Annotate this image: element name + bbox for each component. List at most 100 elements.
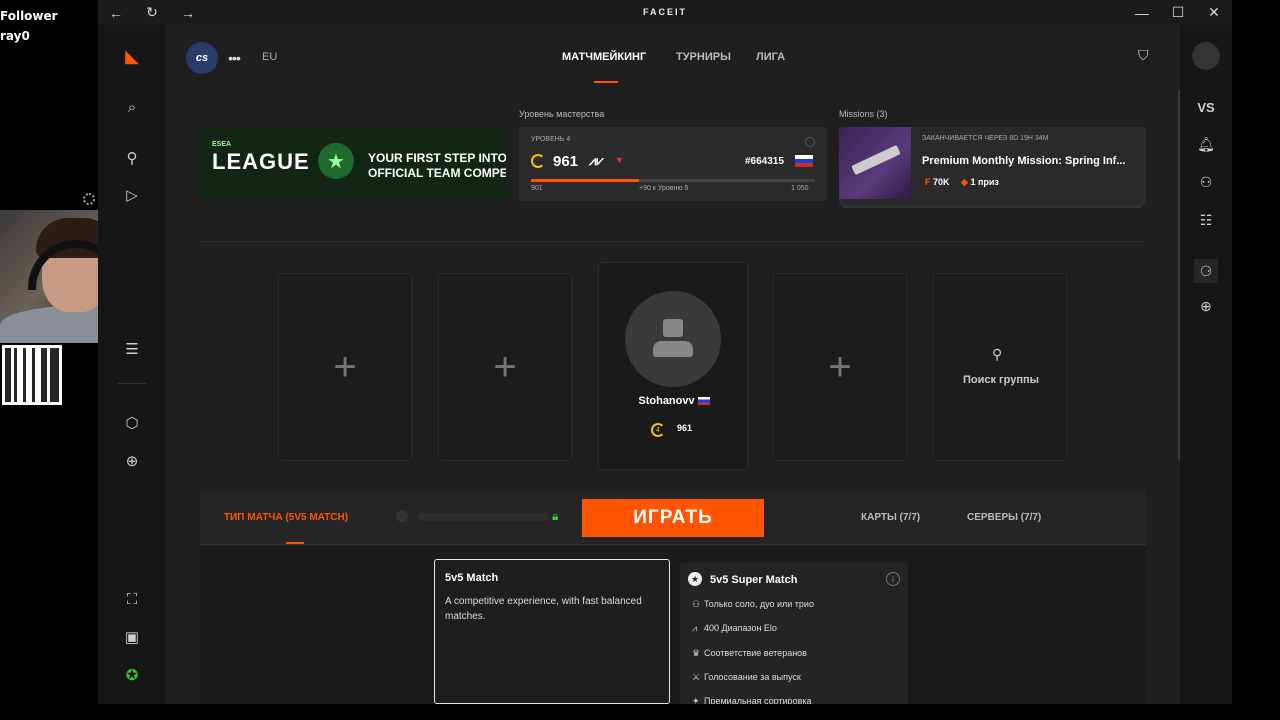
friends-icon[interactable]: ⚇ — [1194, 170, 1218, 194]
region-label[interactable]: EU — [262, 51, 277, 63]
bell-icon[interactable]: 🔔︎ — [1194, 132, 1218, 156]
tab-matchmaking[interactable]: МАТЧМЕЙКИНГ — [562, 51, 646, 63]
skill-level-text: УРОВЕНЬ 4 — [531, 136, 571, 143]
elo-max: 1 050 — [791, 185, 809, 192]
mission-prize: ◆ 1 приз — [961, 177, 999, 187]
active-tab-indicator — [286, 542, 304, 544]
mode-title: 5v5 Super Match — [710, 574, 798, 586]
skill-section-label: Уровень мастерства — [519, 109, 605, 119]
hub-icon[interactable]: ⬡ — [120, 411, 144, 435]
locked-option — [418, 513, 548, 521]
russia-flag-icon — [795, 155, 813, 167]
invite-slot-2[interactable]: + — [438, 273, 572, 461]
feature-vote: ⚔ Голосование за выпуск — [692, 672, 801, 682]
caret-down-icon: ▼ — [615, 155, 624, 165]
search-icon[interactable]: ⌕ — [120, 95, 144, 119]
sort-icon: ✦ — [692, 696, 700, 704]
info-icon[interactable] — [805, 137, 815, 147]
tab-tournaments[interactable]: ТУРНИРЫ — [676, 51, 731, 63]
find-group-label: Поиск группы — [962, 374, 1040, 386]
player-card[interactable]: Stohanovv 4 961 — [598, 262, 748, 470]
more-games-button[interactable]: ••• — [222, 42, 246, 74]
rank-value: #664315 — [745, 156, 784, 167]
match-type-tab[interactable]: ТИП МАТЧА (5V5 MATCH) — [224, 512, 348, 523]
russia-flag-icon — [697, 397, 710, 406]
servers-tab[interactable]: СЕРВЕРЫ (7/7) — [967, 512, 1041, 523]
faceit-points-icon: F — [925, 177, 931, 187]
party-icon[interactable]: ⚆ — [1194, 259, 1218, 283]
prize-icon: ◆ — [961, 177, 968, 187]
crown-icon: ♛ — [692, 648, 701, 658]
lock-icon: 🔒︎ — [552, 509, 559, 523]
feature-sorting: ✦ Премиальная сортировка — [692, 696, 812, 704]
maximize-button[interactable]: ☐ — [1163, 0, 1193, 25]
player-elo: 961 — [677, 423, 693, 433]
chat-icon[interactable]: ☷ — [1194, 208, 1218, 232]
maps-tab[interactable]: КАРТЫ (7/7) — [861, 512, 920, 523]
faceit-logo-icon[interactable]: ◣ — [120, 44, 144, 68]
game-logo[interactable]: cs — [186, 42, 218, 74]
mission-reward: F 70K — [925, 177, 950, 187]
shop-icon[interactable]: ▣ — [120, 625, 144, 649]
invite-slot-1[interactable]: + — [278, 273, 412, 461]
option-icon — [396, 510, 408, 522]
mode-card-super[interactable]: ★ 5v5 Super Match i ⚇ Только соло, дуо ил… — [680, 563, 908, 704]
missions-label: Missions (3) — [839, 109, 888, 119]
left-sidebar: ◣ ⌕ ⚲ ▷ ☰ ⬡ ⊕ ⛶ ▣ ✪ — [98, 25, 166, 704]
invite-slot-3[interactable]: + — [773, 273, 907, 461]
esea-league-banner[interactable]: ESEA LEAGUE ★ YOUR FIRST STEP INTO OFFIC… — [200, 127, 506, 201]
elo-progress-bar — [531, 179, 815, 182]
active-tab-indicator — [594, 81, 618, 83]
mission-stack-edge — [842, 205, 1142, 208]
find-group-slot[interactable]: ⚲ Поиск группы — [933, 273, 1067, 461]
qr-code — [2, 345, 62, 405]
feature-elo-range: ⩘ 400 Диапазон Elo — [692, 623, 777, 633]
title-bar: ← ↻ → FACEIT — ☐ ✕ — [98, 0, 1232, 25]
add-icon[interactable]: ⊕ — [1194, 294, 1218, 318]
info-icon[interactable]: i — [886, 572, 900, 586]
banner-esea: ESEA — [212, 141, 232, 148]
mission-card[interactable]: ЗАКАНЧИВАЕТСЯ ЧЕРЕЗ 8D 19H 34M Premium M… — [839, 127, 1146, 205]
premium-star-icon[interactable]: ✪ — [120, 663, 144, 687]
close-button[interactable]: ✕ — [1199, 0, 1229, 25]
play-icon[interactable]: ▷ — [120, 183, 144, 207]
match-bar: ТИП МАТЧА (5V5 MATCH) 🔒︎ ИГРАТЬ КАРТЫ (7… — [200, 491, 1146, 545]
divider — [200, 241, 1146, 242]
feature-solo-duo-trio: ⚇ Только соло, дуо или трио — [692, 599, 814, 609]
skill-level-card[interactable]: УРОВЕНЬ 4 961 ⩘⩗ ▼ #664315 901 +90 к Уро… — [519, 127, 827, 201]
feature-veterans: ♛ Соответствие ветеранов — [692, 648, 807, 658]
versus-icon[interactable]: VS — [1194, 95, 1218, 119]
player-name: Stohanovv — [599, 395, 749, 407]
add-icon[interactable]: ⊕ — [120, 449, 144, 473]
star-icon: ★ — [688, 572, 702, 586]
match-modes-area — [200, 546, 1146, 704]
mission-expires: ЗАКАНЧИВАЕТСЯ ЧЕРЕЗ 8D 19H 34M — [922, 135, 1049, 142]
faceit-app-window: ← ↻ → FACEIT — ☐ ✕ ◣ ⌕ ⚲ ▷ ☰ ⬡ ⊕ ⛶ ▣ ✪ c… — [98, 0, 1232, 704]
find-players-icon[interactable]: ⚲ — [120, 146, 144, 170]
level-badge-icon — [531, 154, 545, 168]
overlay-line-2: ray0 — [0, 29, 30, 43]
trend-icon: ⩘⩗ — [589, 153, 604, 168]
mission-title: Premium Monthly Mission: Spring Inf... — [922, 155, 1126, 167]
minimize-button[interactable]: — — [1127, 0, 1157, 25]
play-button[interactable]: ИГРАТЬ — [582, 499, 764, 537]
mode-card-5v5[interactable]: 5v5 Match A competitive experience, with… — [434, 559, 670, 704]
expand-icon[interactable]: ⛶ — [120, 587, 144, 611]
avatar[interactable] — [1192, 42, 1220, 70]
trend-icon: ⩘ — [692, 623, 698, 633]
league-star-icon: ★ — [318, 143, 354, 179]
app-brand: FACEIT — [642, 7, 687, 17]
banner-tagline: YOUR FIRST STEP INTO OFFICIAL TEAM COMPE… — [368, 151, 506, 180]
loading-spinner-icon — [83, 193, 95, 205]
shield-icon[interactable]: ⛉ — [1138, 47, 1149, 64]
mode-title: 5v5 Match — [445, 572, 499, 584]
right-sidebar: VS 🔔︎ ⚇ ☷ ⚆ ⊕ — [1180, 25, 1232, 704]
list-icon[interactable]: ☰ — [120, 337, 144, 361]
elo-next-level: +90 к Уровню 5 — [639, 185, 689, 192]
mode-description: A competitive experience, with fast bala… — [445, 596, 642, 622]
mission-thumbnail — [839, 127, 911, 199]
tab-league[interactable]: ЛИГА — [756, 51, 785, 63]
vote-icon: ⚔ — [692, 672, 701, 682]
banner-league: LEAGUE — [212, 149, 310, 174]
avatar — [625, 291, 721, 387]
